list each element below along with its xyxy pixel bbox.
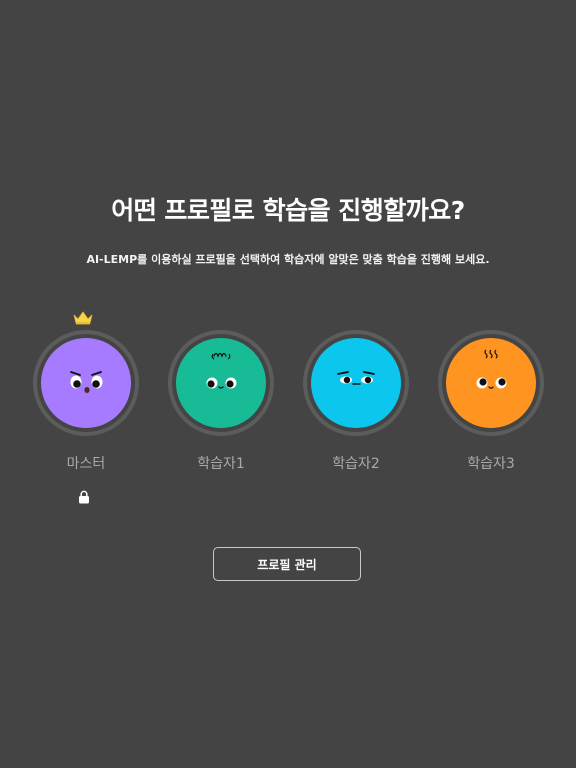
profile-name: 마스터 (66, 456, 106, 472)
lock-icon (79, 490, 89, 504)
profile-avatar-ring (303, 330, 409, 436)
profile-name: 학습자2 (332, 456, 380, 472)
blue-character-avatar (311, 338, 401, 428)
profile-avatar-ring (438, 330, 544, 436)
profile-learner-2[interactable]: 학습자2 (301, 328, 411, 508)
profile-master[interactable]: 마스터 (31, 311, 141, 508)
profile-avatar-ring (168, 330, 274, 436)
page-subtitle: AI-LEMP를 이용하실 프로필을 선택하여 학습자에 알맞은 맞춤 학습을 … (86, 253, 490, 266)
crown-icon (73, 311, 93, 325)
orange-character-avatar (446, 338, 536, 428)
profile-name: 학습자3 (467, 456, 515, 472)
manage-profiles-button[interactable]: 프로필 관리 (213, 547, 361, 581)
profile-learner-1[interactable]: 학습자1 (166, 328, 276, 508)
page-title: 어떤 프로필로 학습을 진행할까요? (111, 196, 465, 225)
profile-list: 마스터 학습자1 학습자2 학습자3 (0, 311, 576, 528)
green-character-avatar (176, 338, 266, 428)
purple-character-avatar (41, 338, 131, 428)
profile-name: 학습자1 (197, 456, 245, 472)
profile-learner-3[interactable]: 학습자3 (436, 328, 546, 508)
profile-avatar-ring (33, 330, 139, 436)
